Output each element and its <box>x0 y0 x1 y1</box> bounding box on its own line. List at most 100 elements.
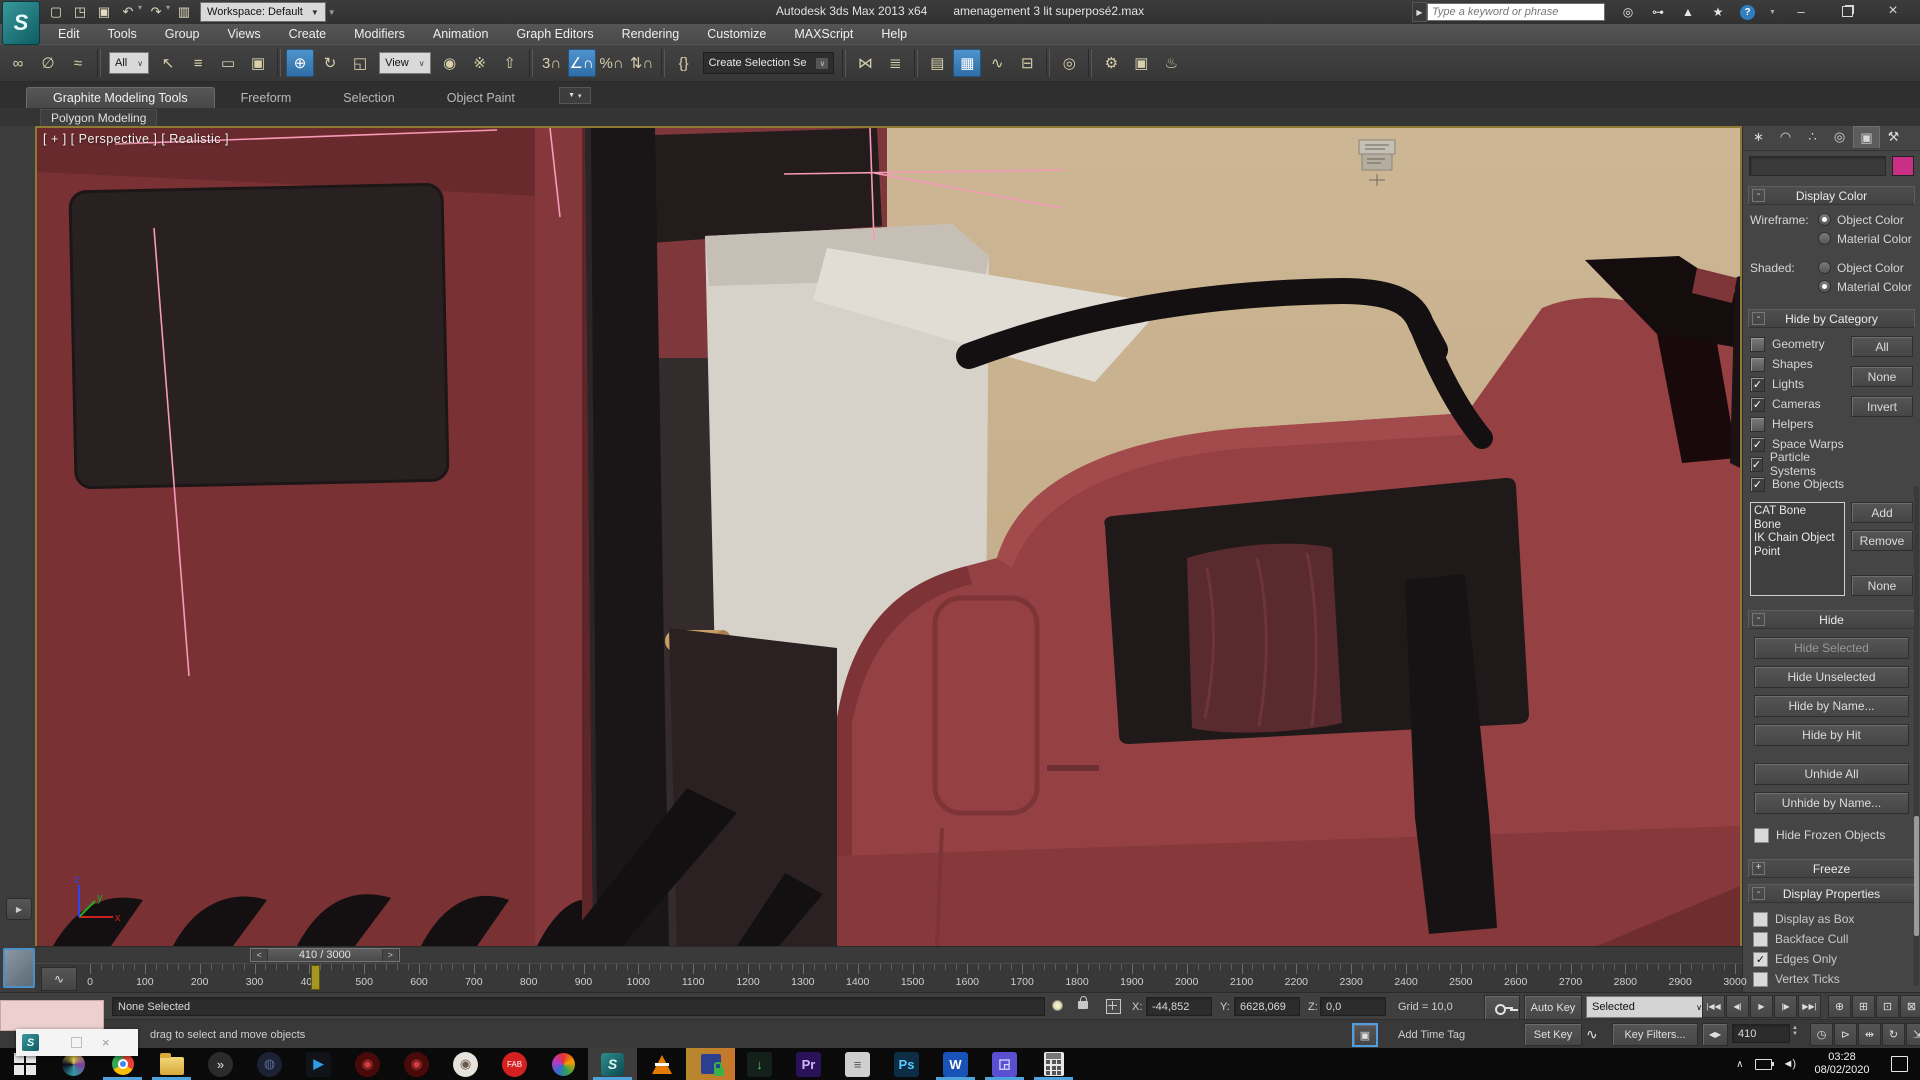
wireframe-object-color-radio[interactable]: Object Color <box>1818 211 1913 228</box>
unhide-by-name-button[interactable]: Unhide by Name... <box>1754 792 1909 814</box>
current-frame-field[interactable]: 410 <box>1732 1024 1790 1043</box>
add-button[interactable]: Add <box>1851 502 1913 523</box>
ribbon-tab-object-paint[interactable]: Object Paint <box>421 88 541 108</box>
zoom-all[interactable]: ⊞ <box>1852 995 1875 1018</box>
hide-by-hitbutton[interactable]: Hide by Hit <box>1754 724 1909 746</box>
select-by-name[interactable]: ≡ <box>184 49 212 77</box>
expand-panel-arrow-button[interactable]: ▶ <box>6 898 32 920</box>
open-file-icon[interactable]: ◳ <box>70 3 90 21</box>
collapse-icon[interactable]: - <box>1752 312 1765 325</box>
mini-curve-editor-button[interactable] <box>3 948 35 988</box>
use-pivot-point-center[interactable]: ◉ <box>436 49 464 77</box>
project-folder-icon[interactable]: ▥ <box>174 3 194 21</box>
percent-snap-toggle[interactable]: %∩ <box>598 49 626 77</box>
menu-rendering[interactable]: Rendering <box>608 27 694 41</box>
select-and-move[interactable]: ⊕ <box>286 49 314 77</box>
set-key-button[interactable]: Set Key <box>1524 1023 1582 1046</box>
photoshop[interactable]: Ps <box>882 1048 931 1080</box>
ribbon-tab-graphite-modeling-tools[interactable]: Graphite Modeling Tools <box>26 87 215 108</box>
menu-edit[interactable]: Edit <box>44 27 94 41</box>
lock-icon[interactable] <box>1078 996 1088 1009</box>
workspace-selector[interactable]: Workspace: Default▼ <box>200 2 326 22</box>
pan-view[interactable]: ⇹ <box>1858 1023 1881 1046</box>
render-setup[interactable]: ⚙ <box>1097 49 1125 77</box>
selection-filter[interactable]: All∨ <box>109 52 149 74</box>
selection-lock-bulb-icon[interactable] <box>1052 1000 1063 1011</box>
ribbon-panel-polygon-modeling[interactable]: Polygon Modeling <box>40 109 157 126</box>
frame-spinner[interactable]: ▲▼ <box>1792 1025 1798 1037</box>
menu-tools[interactable]: Tools <box>94 27 151 41</box>
select-and-rotate[interactable]: ↻ <box>316 49 344 77</box>
key-icon[interactable]: ⊶ <box>1650 5 1666 19</box>
ribbon-minimize-flyout[interactable]: ▼▾ <box>559 87 591 104</box>
category-helpers[interactable]: Helpers <box>1750 414 1845 434</box>
select-and-link[interactable]: ∞ <box>4 49 32 77</box>
word-document[interactable]: W <box>931 1048 980 1080</box>
none-button[interactable]: None <box>1851 366 1913 387</box>
current-frame-marker[interactable] <box>311 965 320 990</box>
search-history-icon[interactable]: ▶ <box>1412 2 1427 22</box>
3ds-max[interactable]: S <box>588 1048 637 1080</box>
unhide-allbutton[interactable]: Unhide All <box>1754 763 1909 785</box>
app-red-disc-2[interactable]: ◉ <box>392 1048 441 1080</box>
schematic-view[interactable]: ⊟ <box>1013 49 1041 77</box>
list-item[interactable]: Bone <box>1754 519 1841 533</box>
help-icon[interactable]: ? <box>1740 5 1755 20</box>
edit-named-selection-sets[interactable]: {} <box>670 49 698 77</box>
search-icon[interactable]: ◎ <box>1620 5 1636 19</box>
align[interactable]: ≣ <box>881 49 909 77</box>
command-tab-motion[interactable]: ◎ <box>1826 126 1853 148</box>
object-color-swatch[interactable] <box>1892 156 1914 176</box>
spinner-snap-toggle[interactable]: ⇅∩ <box>628 49 656 77</box>
list-item[interactable]: Point <box>1754 546 1841 560</box>
app-dark-disc[interactable]: ◍ <box>245 1048 294 1080</box>
keyboard-shortcut-override[interactable]: ⇧ <box>496 49 524 77</box>
ribbon-tab-selection[interactable]: Selection <box>317 88 420 108</box>
collapse-icon[interactable]: - <box>1752 189 1765 202</box>
new-scene-icon[interactable]: ▢ <box>46 3 66 21</box>
select-and-manipulate[interactable]: ※ <box>466 49 494 77</box>
menu-customize[interactable]: Customize <box>693 27 780 41</box>
go-to-end[interactable]: ▶▶| <box>1798 995 1821 1018</box>
restore-button[interactable] <box>1824 0 1870 22</box>
hide-frozen-objects-checkbox[interactable]: Hide Frozen Objects <box>1750 825 1913 845</box>
angle-snap-toggle[interactable]: ∠∩ <box>568 49 596 77</box>
rectangular-selection-region[interactable]: ▭ <box>214 49 242 77</box>
tray-clock[interactable]: 03:28 08/02/2020 <box>1799 1051 1885 1077</box>
volume-icon[interactable]: ◄) <box>1782 1058 1795 1070</box>
toggle-ribbon[interactable]: ▦ <box>953 49 981 77</box>
category-geometry[interactable]: Geometry <box>1750 334 1845 354</box>
restore-icon[interactable] <box>71 1037 82 1048</box>
transform-type-in-icon[interactable] <box>1106 999 1121 1014</box>
all-button[interactable]: All <box>1851 336 1913 357</box>
orbit[interactable]: ↻ <box>1882 1023 1905 1046</box>
previous-frame-button[interactable]: < <box>251 949 268 961</box>
floating-window-title-bar[interactable]: S × <box>16 1029 138 1056</box>
key-mode-select[interactable]: Selected∨ <box>1586 996 1708 1018</box>
archive-lock-app[interactable] <box>686 1048 735 1080</box>
y-coordinate-field[interactable]: 6628,069 <box>1234 997 1300 1016</box>
communication-center-icon[interactable]: ▲ <box>1680 5 1696 19</box>
toolbar-flyout-icon[interactable]: ▼ <box>328 2 336 22</box>
rendered-frame-window[interactable]: ▣ <box>1127 49 1155 77</box>
previous-frame[interactable]: ◀| <box>1726 995 1749 1018</box>
option-backface-cull[interactable]: Backface Cull <box>1753 929 1913 949</box>
zoom-extents-all[interactable]: ⊠ <box>1900 995 1920 1018</box>
next-frame-button[interactable]: > <box>382 949 399 961</box>
calculator[interactable] <box>1029 1048 1078 1080</box>
category-particle-systems[interactable]: ✓Particle Systems <box>1750 454 1845 474</box>
rollout-header-display-color[interactable]: - Display Color <box>1748 186 1915 205</box>
curve-editor[interactable]: ∿ <box>983 49 1011 77</box>
file-explorer[interactable] <box>147 1048 196 1080</box>
media-player-blue[interactable]: ▶ <box>294 1048 343 1080</box>
option-edges-only[interactable]: ✓Edges Only <box>1753 949 1913 969</box>
paint-color-wheel[interactable] <box>539 1048 588 1080</box>
menu-views[interactable]: Views <box>213 27 274 41</box>
option-vertex-ticks[interactable]: Vertex Ticks <box>1753 969 1913 989</box>
tray-chevron-icon[interactable]: ∧ <box>1736 1059 1743 1070</box>
reference-coordinate-system[interactable]: View∨ <box>379 52 431 74</box>
shaded-object-color-radio[interactable]: Object Color <box>1818 259 1913 276</box>
mirror[interactable]: ⋈ <box>851 49 879 77</box>
z-coordinate-field[interactable]: 0,0 <box>1320 997 1386 1016</box>
zoom-extents[interactable]: ⊡ <box>1876 995 1899 1018</box>
